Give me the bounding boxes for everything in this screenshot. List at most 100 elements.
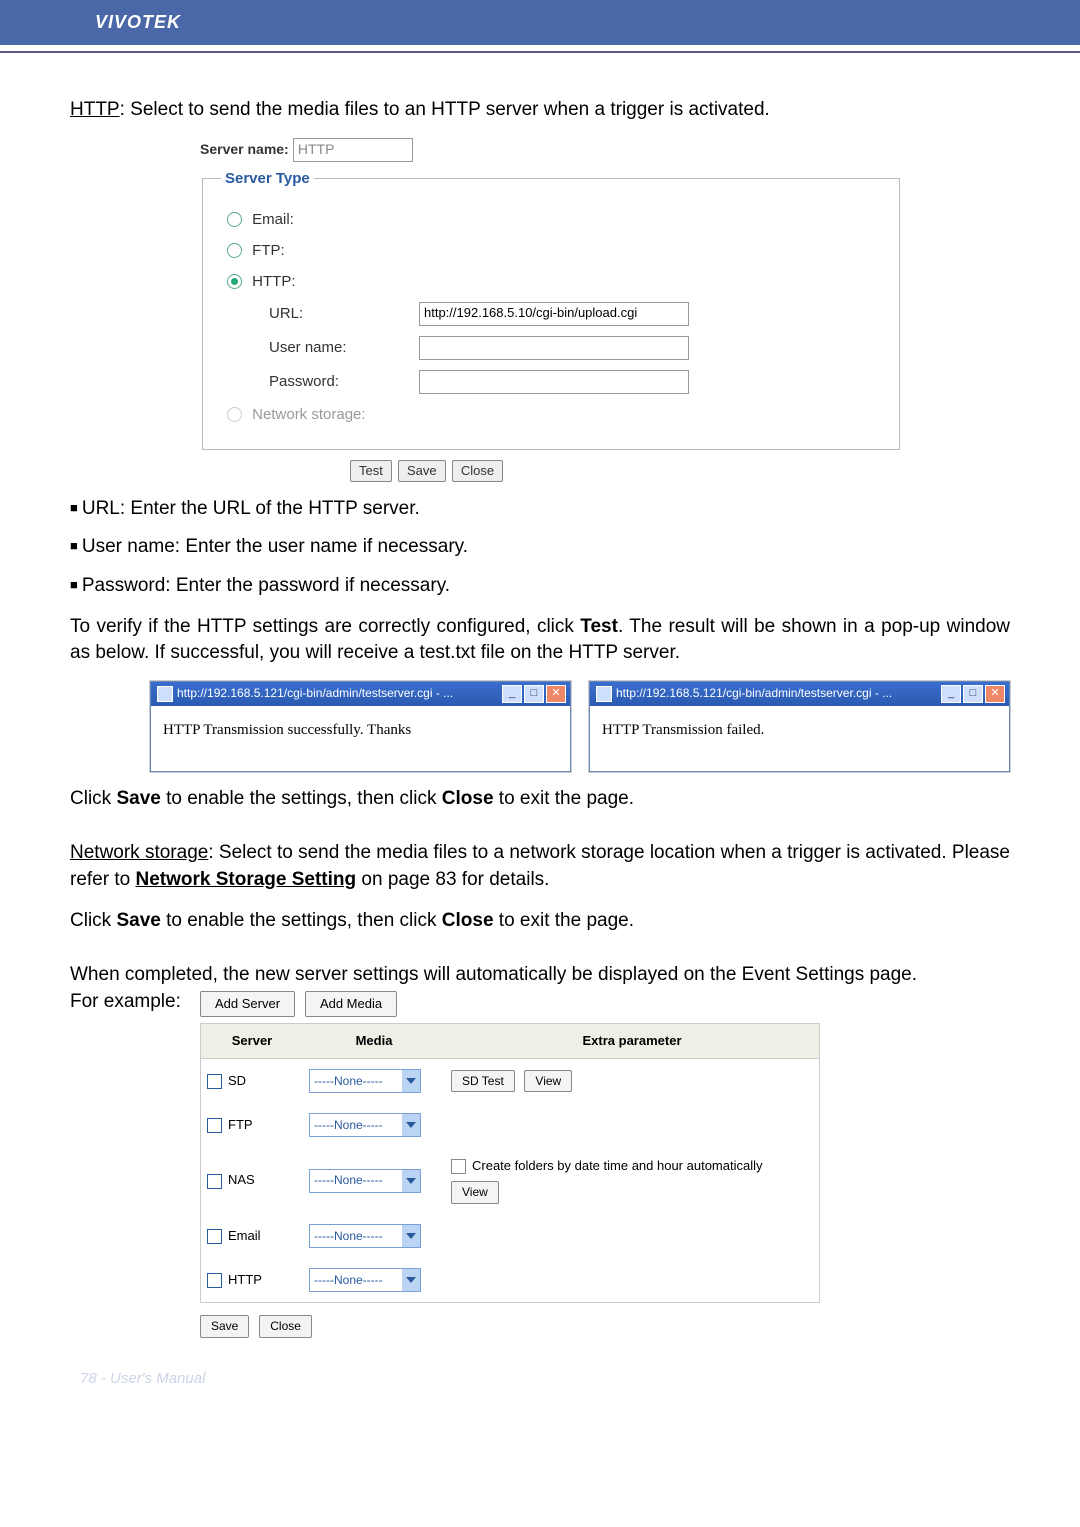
server-name-label: Server name: bbox=[200, 141, 289, 157]
add-server-button[interactable]: Add Server bbox=[200, 991, 295, 1017]
media-dropdown-nas[interactable]: -----None----- bbox=[309, 1169, 421, 1193]
page-footer: 78 - User's Manual bbox=[80, 1368, 1010, 1389]
media-dropdown-ftp[interactable]: -----None----- bbox=[309, 1113, 421, 1137]
col-extra: Extra parameter bbox=[445, 1023, 820, 1058]
square-bullet-icon: ■ bbox=[70, 577, 78, 592]
radio-http-row[interactable]: HTTP: bbox=[227, 271, 881, 292]
media-dropdown-http[interactable]: -----None----- bbox=[309, 1268, 421, 1292]
ie-icon bbox=[157, 686, 173, 702]
brand-text: VIVOTEK bbox=[95, 12, 181, 32]
checkbox-ftp[interactable] bbox=[207, 1118, 222, 1133]
netstorage-label: Network storage bbox=[70, 842, 208, 863]
http-intro: HTTP: Select to send the media files to … bbox=[70, 97, 1010, 124]
page-content: HTTP: Select to send the media files to … bbox=[0, 53, 1080, 1439]
radio-http[interactable] bbox=[227, 274, 242, 289]
test-button[interactable]: Test bbox=[350, 460, 392, 482]
sd-view-button[interactable]: View bbox=[524, 1070, 572, 1093]
url-input[interactable]: http://192.168.5.10/cgi-bin/upload.cgi bbox=[419, 302, 689, 326]
popup-fail: http://192.168.5.121/cgi-bin/admin/tests… bbox=[589, 681, 1010, 772]
ie-icon bbox=[596, 686, 612, 702]
checkbox-auto-folders[interactable] bbox=[451, 1159, 466, 1174]
verify-paragraph: To verify if the HTTP settings are corre… bbox=[70, 614, 1010, 667]
popup-fail-body: HTTP Transmission failed. bbox=[590, 706, 1009, 771]
test-word: Test bbox=[580, 616, 618, 637]
bullet-list: ■URL: Enter the URL of the HTTP server. … bbox=[70, 496, 1010, 600]
server-settings-panel: Server name: HTTP Server Type Email: FTP… bbox=[200, 138, 1010, 482]
popup-success-winbtns: _ □ ✕ bbox=[502, 685, 566, 703]
close-button[interactable]: Close bbox=[452, 460, 503, 482]
add-media-button[interactable]: Add Media bbox=[305, 991, 397, 1017]
netstorage-para: Network storage: Select to send the medi… bbox=[70, 840, 1010, 893]
sd-test-button[interactable]: SD Test bbox=[451, 1070, 515, 1093]
http-label: HTTP bbox=[70, 99, 120, 120]
media-dropdown-email[interactable]: -----None----- bbox=[309, 1224, 421, 1248]
square-bullet-icon: ■ bbox=[70, 538, 78, 553]
netstorage-link[interactable]: Network Storage Setting bbox=[135, 869, 356, 890]
chevron-down-icon bbox=[402, 1070, 420, 1092]
col-media: Media bbox=[303, 1023, 445, 1058]
radio-email-row[interactable]: Email: bbox=[227, 209, 881, 230]
save-button[interactable]: Save bbox=[398, 460, 446, 482]
radio-ftp-row[interactable]: FTP: bbox=[227, 240, 881, 261]
nas-view-button[interactable]: View bbox=[451, 1181, 499, 1204]
radio-ftp-label: FTP: bbox=[252, 242, 285, 259]
save-close-para-2: Click Save to enable the settings, then … bbox=[70, 908, 1010, 935]
user-label: User name: bbox=[269, 337, 419, 358]
checkbox-http[interactable] bbox=[207, 1273, 222, 1288]
popup-success: http://192.168.5.121/cgi-bin/admin/tests… bbox=[150, 681, 571, 772]
http-fields: URL: http://192.168.5.10/cgi-bin/upload.… bbox=[269, 302, 881, 394]
http-desc: : Select to send the media files to an H… bbox=[120, 99, 770, 120]
radio-ftp[interactable] bbox=[227, 243, 242, 258]
radio-email[interactable] bbox=[227, 212, 242, 227]
event-footer-buttons: Save Close bbox=[200, 1315, 820, 1338]
popup-success-titlebar: http://192.168.5.121/cgi-bin/admin/tests… bbox=[151, 682, 570, 706]
pass-input[interactable] bbox=[419, 370, 689, 394]
user-input[interactable] bbox=[419, 336, 689, 360]
checkbox-sd[interactable] bbox=[207, 1074, 222, 1089]
table-row-email: Email -----None----- bbox=[201, 1214, 820, 1258]
minimize-icon[interactable]: _ bbox=[941, 685, 961, 703]
minimize-icon[interactable]: _ bbox=[502, 685, 522, 703]
media-dropdown-sd[interactable]: -----None----- bbox=[309, 1069, 421, 1093]
popup-success-body: HTTP Transmission successfully. Thanks bbox=[151, 706, 570, 771]
maximize-icon[interactable]: □ bbox=[524, 685, 544, 703]
user-row: User name: bbox=[269, 336, 881, 360]
chevron-down-icon bbox=[402, 1114, 420, 1136]
popup-fail-winbtns: _ □ ✕ bbox=[941, 685, 1005, 703]
checkbox-nas[interactable] bbox=[207, 1174, 222, 1189]
checkbox-email[interactable] bbox=[207, 1229, 222, 1244]
table-row-sd: SD -----None----- SD Test View bbox=[201, 1059, 820, 1104]
server-type-fieldset: Server Type Email: FTP: HTTP: URL: http:… bbox=[202, 168, 900, 450]
event-save-button[interactable]: Save bbox=[200, 1315, 249, 1338]
bullet-user: ■User name: Enter the user name if neces… bbox=[70, 534, 1010, 561]
radio-network-label: Network storage: bbox=[252, 406, 365, 423]
server-buttons: Test Save Close bbox=[350, 460, 1010, 482]
chevron-down-icon bbox=[402, 1269, 420, 1291]
close-icon[interactable]: ✕ bbox=[546, 685, 566, 703]
event-close-button[interactable]: Close bbox=[259, 1315, 312, 1338]
server-type-legend: Server Type bbox=[221, 168, 314, 189]
table-row-ftp: FTP -----None----- bbox=[201, 1103, 820, 1147]
radio-network-row: Network storage: bbox=[227, 404, 881, 425]
for-example-label: For example: bbox=[70, 989, 200, 1338]
close-icon[interactable]: ✕ bbox=[985, 685, 1005, 703]
server-name-input[interactable]: HTTP bbox=[293, 138, 413, 162]
bullet-url: ■URL: Enter the URL of the HTTP server. bbox=[70, 496, 1010, 523]
server-name-row: Server name: HTTP bbox=[200, 138, 1010, 162]
pass-row: Password: bbox=[269, 370, 881, 394]
popup-fail-titlebar: http://192.168.5.121/cgi-bin/admin/tests… bbox=[590, 682, 1009, 706]
table-row-http: HTTP -----None----- bbox=[201, 1258, 820, 1303]
chevron-down-icon bbox=[402, 1225, 420, 1247]
popup-fail-title: http://192.168.5.121/cgi-bin/admin/tests… bbox=[616, 685, 941, 702]
square-bullet-icon: ■ bbox=[70, 500, 78, 515]
event-table: Server Media Extra parameter SD -----Non… bbox=[200, 1023, 820, 1303]
popup-row: http://192.168.5.121/cgi-bin/admin/tests… bbox=[150, 681, 1010, 772]
event-tabs: Add Server Add Media bbox=[200, 991, 820, 1017]
url-label: URL: bbox=[269, 303, 419, 324]
completed-para: When completed, the new server settings … bbox=[70, 962, 1010, 1338]
popup-success-title: http://192.168.5.121/cgi-bin/admin/tests… bbox=[177, 685, 502, 702]
radio-http-label: HTTP: bbox=[252, 273, 295, 290]
maximize-icon[interactable]: □ bbox=[963, 685, 983, 703]
radio-email-label: Email: bbox=[252, 211, 294, 228]
table-row-nas: NAS -----None----- Create folders by dat… bbox=[201, 1147, 820, 1214]
